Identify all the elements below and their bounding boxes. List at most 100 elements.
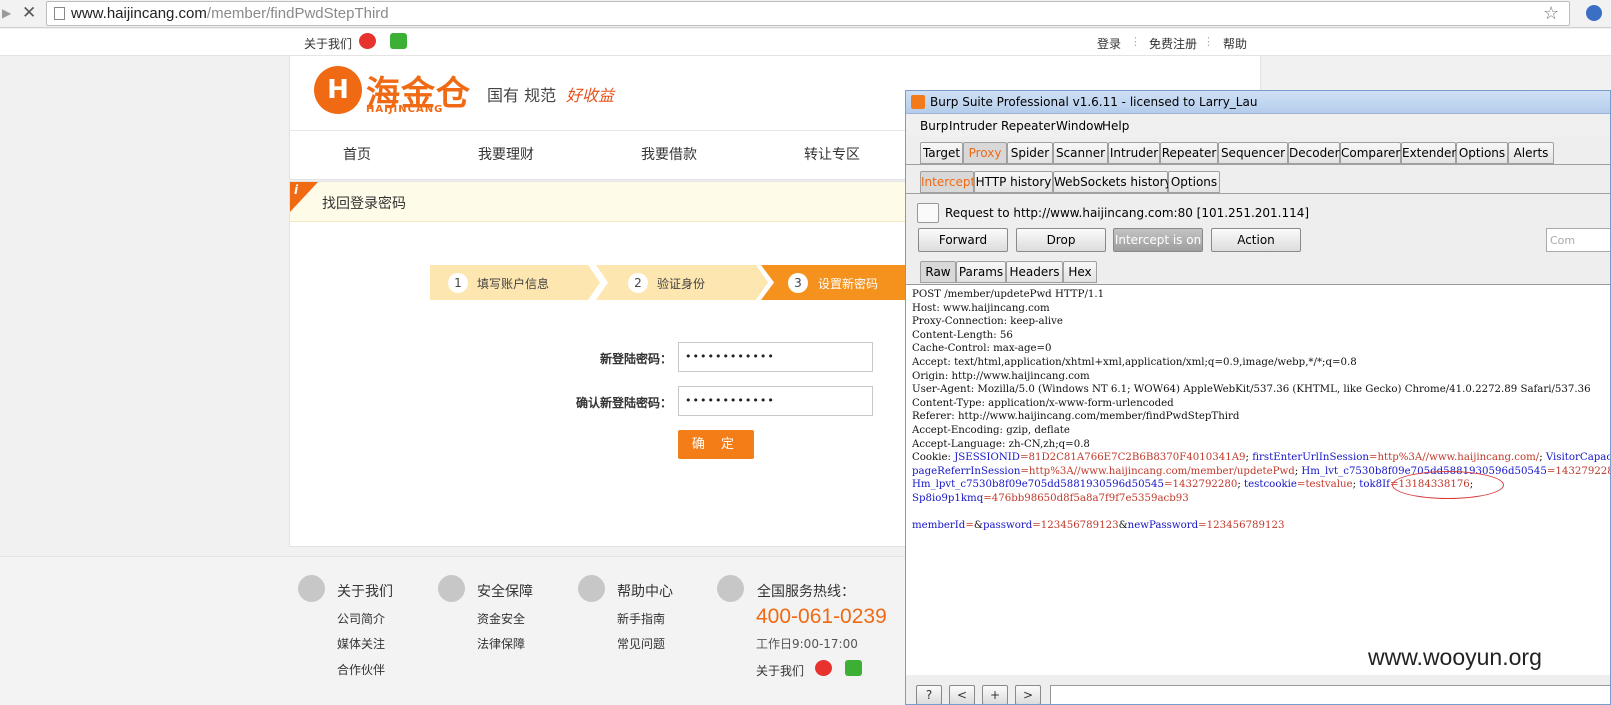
confirm-password-field[interactable]: ••••••••••••: [678, 386, 873, 416]
menu-repeater[interactable]: Repeater: [1001, 119, 1056, 133]
nav-transfer[interactable]: 转让专区: [804, 144, 860, 164]
nav-invest[interactable]: 我要理财: [478, 144, 534, 164]
drop-button[interactable]: Drop: [1016, 228, 1106, 252]
tab-params[interactable]: Params: [956, 261, 1006, 283]
weibo-icon[interactable]: [815, 660, 832, 676]
info-icon: i: [290, 182, 318, 212]
login-link[interactable]: 登录: [1097, 35, 1121, 52]
param-name: Sp8io9p1kmq: [912, 492, 984, 504]
tab-options[interactable]: Options: [1456, 142, 1508, 164]
tab-raw[interactable]: Raw: [920, 261, 956, 283]
register-link[interactable]: 免费注册: [1149, 35, 1197, 52]
nav-borrow[interactable]: 我要借款: [641, 144, 697, 164]
menu-window[interactable]: Window: [1056, 119, 1103, 133]
forward-arrow-icon[interactable]: ▶: [2, 6, 14, 22]
add-button[interactable]: +: [982, 685, 1008, 704]
about-us-link[interactable]: 关于我们: [304, 35, 352, 52]
logo-subtitle: HAIJINCANG: [366, 104, 444, 115]
address-bar[interactable]: www.haijincang.com/member/findPwdStepThi…: [46, 1, 1570, 26]
footer-link[interactable]: 新手指南: [617, 610, 665, 627]
footer-link[interactable]: 媒体关注: [337, 635, 385, 652]
tab-headers[interactable]: Headers: [1006, 261, 1063, 283]
tab-repeater[interactable]: Repeater: [1160, 142, 1218, 164]
new-password-field[interactable]: ••••••••••••: [678, 342, 873, 372]
comment-field[interactable]: Com: [1546, 228, 1610, 252]
confirm-button[interactable]: 确 定: [678, 430, 754, 459]
tab-scanner[interactable]: Scanner: [1053, 142, 1108, 164]
site-top-bar: 关于我们 登录 ⋮ 免费注册 ⋮ 帮助: [0, 29, 1611, 56]
hotline-number: 400-061-0239: [756, 605, 887, 628]
wechat-icon[interactable]: [390, 33, 407, 49]
slogan-main: 国有 规范: [487, 86, 557, 105]
tab-websockets-history[interactable]: WebSockets history: [1053, 171, 1172, 193]
param-value: =123456789123: [1198, 520, 1285, 532]
footer-link[interactable]: 常见问题: [617, 635, 665, 652]
request-line: POST /member/updetePwd HTTP/1.1: [912, 289, 1105, 300]
tab-sequencer[interactable]: Sequencer: [1218, 142, 1288, 164]
header-line: Accept: text/html,application/xhtml+xml,…: [912, 356, 1357, 368]
tab-hex[interactable]: Hex: [1063, 261, 1097, 283]
wechat-icon[interactable]: [845, 660, 862, 676]
raw-request-editor[interactable]: POST /member/updetePwd HTTP/1.1 Host: www…: [906, 285, 1610, 675]
tab-http-history[interactable]: HTTP history: [974, 171, 1053, 193]
url-text[interactable]: www.haijincang.com/member/findPwdStepThi…: [71, 5, 389, 22]
weibo-icon[interactable]: [359, 33, 376, 49]
star-icon[interactable]: ☆: [1543, 3, 1565, 24]
action-button[interactable]: Action: [1211, 228, 1301, 252]
footer-link[interactable]: 合作伙伴: [337, 661, 385, 678]
logo-icon[interactable]: H: [314, 66, 362, 114]
slogan-highlight: 好收益: [566, 86, 615, 105]
globe-icon[interactable]: [1586, 5, 1602, 21]
stop-icon[interactable]: ✕: [22, 3, 42, 23]
header-line: Content-Length: 56: [912, 329, 1013, 341]
tab-intercept[interactable]: Intercept: [920, 171, 975, 193]
menu-burp[interactable]: Burp: [920, 119, 948, 133]
footer-link[interactable]: 资金安全: [477, 610, 525, 627]
menu-help[interactable]: Help: [1102, 119, 1129, 133]
tab-divider: [906, 193, 1610, 194]
param-value: =testvalue: [1296, 479, 1353, 491]
footer-link[interactable]: 公司简介: [337, 610, 385, 627]
tab-extender[interactable]: Extender: [1401, 142, 1456, 164]
search-input[interactable]: [1050, 685, 1610, 704]
tab-spider[interactable]: Spider: [1007, 142, 1053, 164]
help-doc-icon: [578, 575, 605, 602]
cookie-line: Cookie: JSESSIONID=81D2C81A766E7C2B6B837…: [912, 451, 1610, 465]
pencil-icon[interactable]: [917, 203, 939, 223]
highlight-ellipse: [1392, 471, 1504, 499]
param-separator: ;: [1539, 452, 1546, 464]
footer-about-link[interactable]: 关于我们: [756, 662, 804, 679]
param-name: memberId: [912, 520, 966, 532]
search-bar: ? < + >: [906, 675, 1610, 704]
cookie-label: Cookie:: [912, 452, 955, 464]
footer-help-heading: 帮助中心: [617, 584, 673, 600]
tab-target[interactable]: Target: [920, 142, 963, 164]
watermark: www.wooyun.org: [1368, 644, 1542, 670]
separator: ⋮: [1130, 35, 1141, 48]
burp-logo-icon: [911, 95, 925, 109]
tab-proxy-options[interactable]: Options: [1168, 171, 1220, 193]
step-label: 验证身份: [657, 277, 706, 291]
param-value: =1432792280: [1164, 479, 1238, 491]
param-name: newPassword: [1127, 520, 1199, 532]
next-button[interactable]: >: [1015, 685, 1041, 704]
tab-intruder[interactable]: Intruder: [1108, 142, 1160, 164]
service-hours: 工作日9:00-17:00: [756, 637, 858, 651]
burp-title-bar[interactable]: Burp Suite Professional v1.6.11 - licens…: [906, 91, 1610, 114]
previous-button[interactable]: <: [949, 685, 975, 704]
footer-link[interactable]: 法律保障: [477, 635, 525, 652]
help-link[interactable]: 帮助: [1223, 35, 1247, 52]
tab-decoder[interactable]: Decoder: [1288, 142, 1340, 164]
intercept-toggle-button[interactable]: Intercept is on: [1113, 228, 1203, 252]
help-button[interactable]: ?: [916, 685, 942, 704]
forward-button[interactable]: Forward: [918, 228, 1008, 252]
menu-intruder[interactable]: Intruder: [949, 119, 997, 133]
nav-home[interactable]: 首页: [343, 144, 371, 164]
burp-suite-window: Burp Suite Professional v1.6.11 - licens…: [905, 90, 1611, 705]
step-number: 1: [448, 273, 468, 293]
cookie-line: Sp8io9p1kmq=476bb98650d8f5a8a7f9f7e5359a…: [912, 492, 1610, 506]
tab-alerts[interactable]: Alerts: [1508, 142, 1554, 164]
tab-comparer[interactable]: Comparer: [1340, 142, 1401, 164]
phone-icon: [717, 575, 744, 602]
tab-proxy[interactable]: Proxy: [963, 142, 1007, 164]
